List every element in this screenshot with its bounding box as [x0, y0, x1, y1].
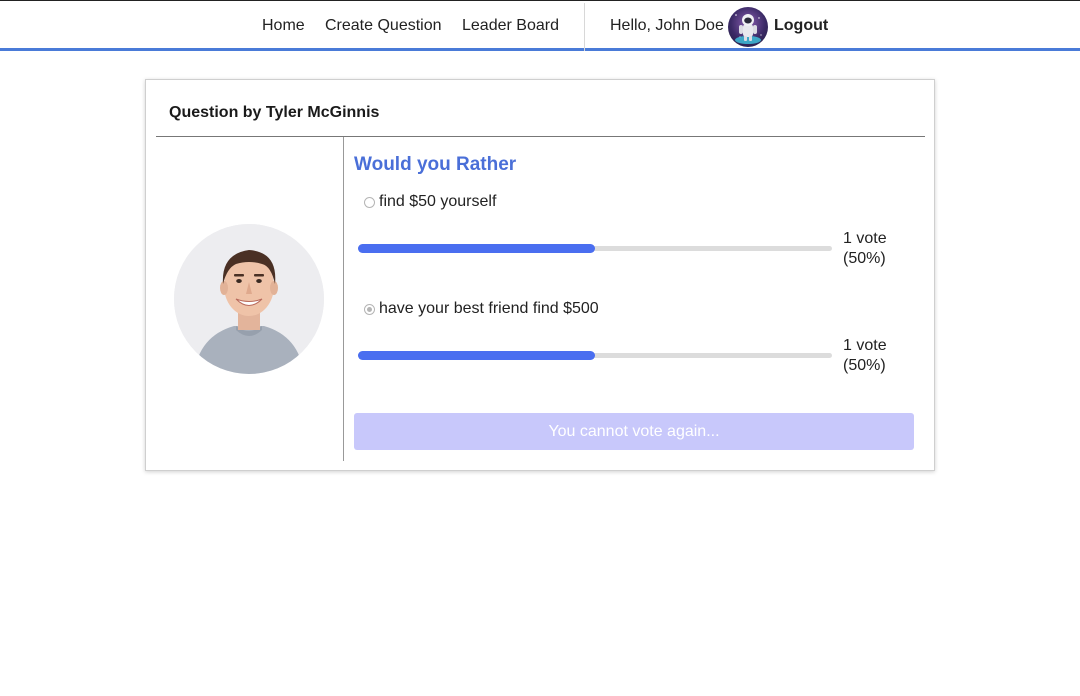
author-avatar	[174, 224, 324, 374]
vote-disabled-button[interactable]: You cannot vote again...	[354, 413, 914, 450]
option-1-vote-count: 1 vote (50%)	[843, 229, 887, 269]
nav-create-question-link[interactable]: Create Question	[325, 17, 442, 35]
person-avatar-icon	[174, 224, 324, 374]
user-greeting: Hello, John Doe	[610, 17, 724, 34]
option-1-percent: (50%)	[843, 250, 886, 267]
nav-divider	[584, 3, 585, 51]
option-2[interactable]: have your best friend find $500	[364, 298, 599, 320]
option-1-progress-fill	[358, 244, 595, 253]
option-1-progress-bar	[358, 244, 832, 253]
question-author-header: Question by Tyler McGinnis	[169, 104, 380, 121]
option-2-progress-bar	[358, 351, 832, 360]
header-divider	[156, 136, 925, 137]
option-2-label: have your best friend find $500	[379, 300, 599, 317]
option-1-votes: 1 vote	[843, 230, 887, 247]
nav-home-link[interactable]: Home	[262, 17, 305, 35]
option-1-label: find $50 yourself	[379, 193, 497, 210]
option-1[interactable]: find $50 yourself	[364, 191, 496, 213]
nav-leader-board-link[interactable]: Leader Board	[462, 17, 559, 35]
logout-button[interactable]: Logout	[774, 17, 828, 35]
top-navbar: Home Create Question Leader Board Hello,…	[0, 0, 1080, 51]
user-avatar	[728, 7, 768, 47]
option-2-votes: 1 vote	[843, 337, 887, 354]
question-card: Question by Tyler McGinnis Would you Rat…	[145, 79, 935, 471]
column-divider	[343, 137, 344, 461]
option-2-percent: (50%)	[843, 357, 886, 374]
option-2-vote-count: 1 vote (50%)	[843, 336, 887, 376]
option-2-progress-fill	[358, 351, 595, 360]
option-2-radio[interactable]	[364, 303, 375, 315]
poll-title: Would you Rather	[354, 154, 517, 175]
astronaut-icon	[735, 14, 762, 44]
option-1-radio[interactable]	[364, 196, 375, 208]
